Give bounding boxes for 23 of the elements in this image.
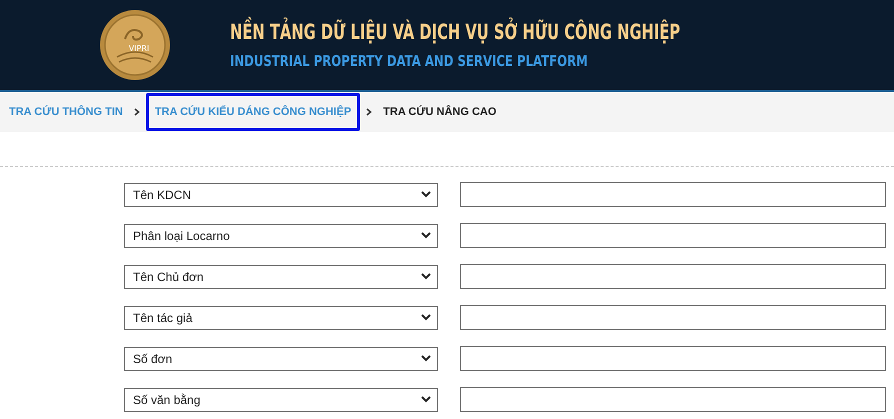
search-input[interactable] — [460, 305, 886, 330]
field-dropdown[interactable]: Số văn bằng — [124, 388, 438, 412]
field-dropdown[interactable]: Phân loại Locarno — [124, 224, 438, 248]
chevron-down-icon — [421, 396, 431, 403]
chevron-icon — [366, 108, 372, 116]
field-dropdown[interactable]: Tên KDCN — [124, 182, 438, 206]
chevron-down-icon — [421, 355, 431, 362]
field-dropdown[interactable]: Tên tác giả — [124, 306, 438, 330]
search-input[interactable] — [460, 182, 886, 207]
field-dropdown[interactable]: Tên Chủ đơn — [124, 264, 438, 288]
search-input[interactable] — [460, 264, 886, 289]
chevron-icon — [134, 108, 140, 116]
chevron-down-icon — [421, 314, 431, 321]
chevron-down-icon — [421, 191, 431, 198]
search-input[interactable] — [460, 346, 886, 371]
chevron-down-icon — [421, 273, 431, 280]
chevron-down-icon — [421, 232, 431, 239]
platform-subtitle: INDUSTRIAL PROPERTY DATA AND SERVICE PLATFORM — [230, 52, 589, 70]
breadcrumb-link[interactable]: TRA CỨU NÂNG CAO — [378, 99, 502, 125]
search-input[interactable] — [460, 223, 886, 248]
field-dropdown[interactable]: Số đơn — [124, 346, 438, 370]
search-input[interactable] — [460, 387, 886, 412]
logo-icon: VIPRI — [99, 9, 171, 81]
